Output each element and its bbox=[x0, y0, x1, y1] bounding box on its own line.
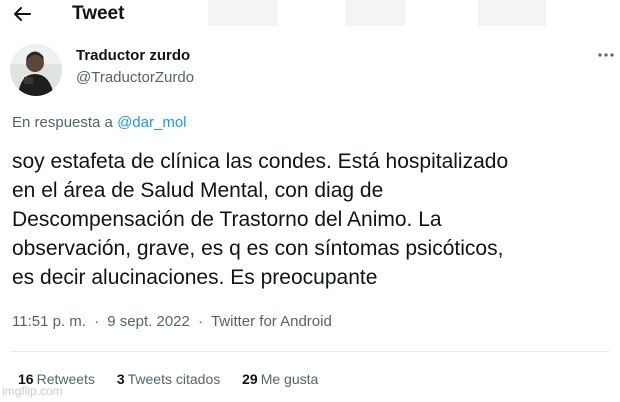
back-button[interactable] bbox=[10, 2, 34, 26]
likes-count: 29 bbox=[242, 371, 258, 387]
watermark: imgflip.com bbox=[2, 384, 63, 398]
separator-dot: · bbox=[198, 313, 204, 330]
more-button[interactable] bbox=[594, 46, 618, 64]
likes-label: Me gusta bbox=[260, 371, 319, 387]
reply-context: En respuesta a @dar_mol bbox=[12, 114, 187, 131]
blurred-header-element bbox=[208, 0, 278, 26]
separator-dot: · bbox=[94, 313, 100, 330]
avatar[interactable] bbox=[10, 44, 62, 96]
reply-to-link[interactable]: @dar_mol bbox=[117, 114, 186, 131]
more-horizontal-icon bbox=[598, 53, 614, 57]
likes-stat[interactable]: 29 Me gusta bbox=[242, 371, 318, 387]
tweet-metadata: 11:51 p. m. · 9 sept. 2022 · Twitter for… bbox=[12, 313, 332, 330]
avatar-photo bbox=[10, 44, 62, 96]
page-title: Tweet bbox=[72, 3, 125, 24]
author-name[interactable]: Traductor zurdo bbox=[76, 47, 190, 64]
reply-prefix: En respuesta a bbox=[12, 114, 113, 131]
author-handle[interactable]: @TraductorZurdo bbox=[76, 69, 194, 86]
tweet-source[interactable]: Twitter for Android bbox=[211, 313, 332, 330]
quotes-label: Tweets citados bbox=[127, 371, 221, 387]
arrow-left-icon bbox=[14, 7, 31, 21]
divider bbox=[10, 351, 610, 352]
quotes-count: 3 bbox=[116, 371, 125, 387]
tweet-text: soy estafeta de clínica las condes. Está… bbox=[12, 150, 509, 289]
engagement-stats: 16 Retweets 3 Tweets citados 29 Me gusta bbox=[18, 371, 336, 387]
quotes-stat[interactable]: 3 Tweets citados bbox=[117, 371, 220, 387]
tweet-date[interactable]: 9 sept. 2022 bbox=[107, 313, 190, 330]
tweet-time[interactable]: 11:51 p. m. bbox=[12, 313, 86, 330]
blurred-header-element bbox=[345, 0, 405, 26]
top-bar: Tweet bbox=[0, 0, 620, 30]
blurred-header-element bbox=[478, 0, 546, 26]
